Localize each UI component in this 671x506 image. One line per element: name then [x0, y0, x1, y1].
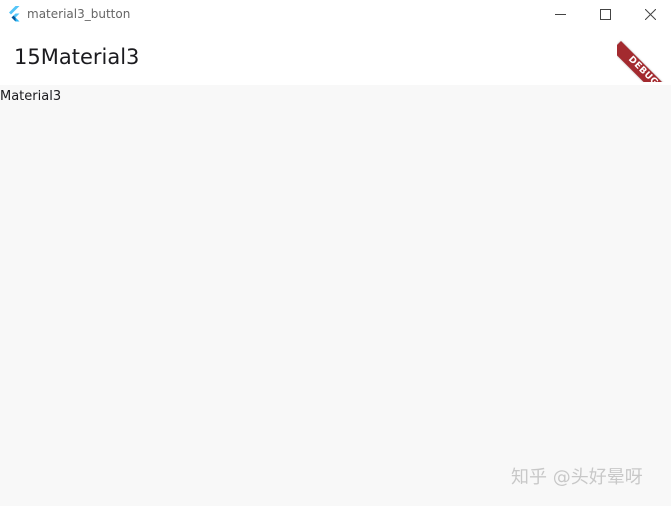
- debug-label: DEBUG: [626, 54, 660, 82]
- debug-ribbon: DEBUG: [617, 41, 671, 82]
- close-icon: [644, 8, 656, 20]
- maximize-icon: [599, 8, 611, 20]
- flutter-logo-icon: [9, 6, 20, 22]
- maximize-button[interactable]: [582, 0, 628, 28]
- minimize-button[interactable]: [537, 0, 583, 28]
- app-bar-title: 15Material3: [14, 45, 140, 69]
- app-bar: 15Material3: [0, 28, 671, 85]
- window-titlebar[interactable]: material3_button: [0, 0, 671, 28]
- body-text: Material3: [0, 89, 62, 104]
- close-button[interactable]: [627, 0, 671, 28]
- watermark-text: 知乎 @头好晕呀: [511, 467, 643, 488]
- app-window: material3_button 15Material3 DEBUG Mater…: [0, 0, 671, 506]
- window-title: material3_button: [27, 7, 131, 21]
- debug-banner: DEBUG: [617, 28, 671, 82]
- minimize-icon: [554, 13, 566, 15]
